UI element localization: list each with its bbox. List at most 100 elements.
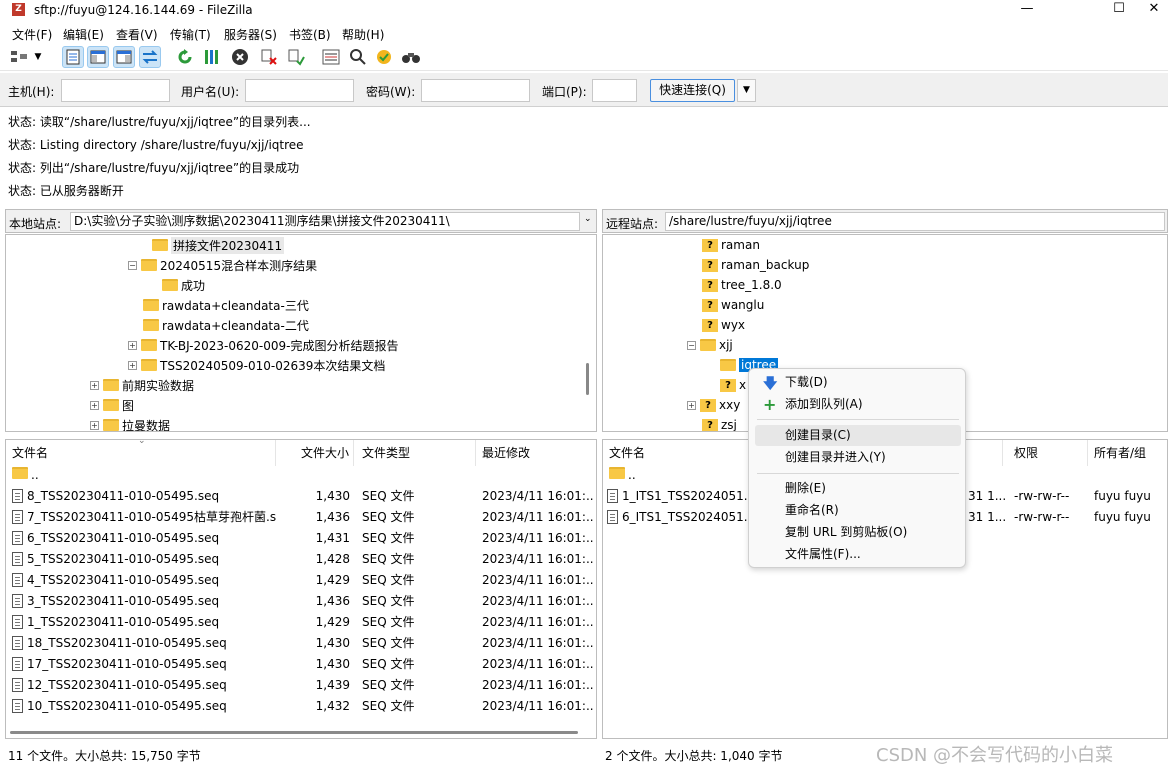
remote-tree-node[interactable]: ? wanglu xyxy=(702,295,764,315)
minimize-button[interactable]: — xyxy=(1004,0,1050,20)
local-path-input[interactable]: D:\实验\分子实验\测序数据\20230411测序结果\拼接文件2023041… xyxy=(70,212,580,231)
remote-tree-node[interactable]: ? wyx xyxy=(702,315,745,335)
quickconnect-history-dropdown[interactable]: ▼ xyxy=(737,79,756,102)
username-input[interactable] xyxy=(245,79,354,102)
file-icon xyxy=(12,615,23,629)
table-row[interactable]: 1_TSS20230411-010-05495.seq 1,429 SEQ 文件 20… xyxy=(6,612,596,633)
col-header-size[interactable]: 文件大小 xyxy=(276,440,354,466)
menu-item-copy-url[interactable]: 复制 URL 到剪贴板(O) xyxy=(755,522,961,543)
folder-icon xyxy=(700,339,716,351)
local-tree-node[interactable]: 成功 xyxy=(162,275,205,295)
refresh-icon[interactable] xyxy=(174,46,196,68)
expand-icon[interactable]: + xyxy=(90,400,99,410)
local-tree-node[interactable]: + TSS20240509-010-02639本次结果文档 xyxy=(128,355,385,375)
toggle-queue-icon[interactable] xyxy=(139,46,161,68)
menu-item-delete[interactable]: 删除(E) xyxy=(755,478,961,499)
col-header-type[interactable]: 文件类型 xyxy=(356,440,476,466)
filter-icon[interactable] xyxy=(320,46,342,68)
local-tree-node[interactable]: + 图 xyxy=(90,395,134,415)
remote-tree-node[interactable]: − xjj xyxy=(687,335,733,355)
cancel-icon[interactable] xyxy=(229,46,251,68)
menu-item-add-to-queue[interactable]: + 添加到队列(A) xyxy=(755,394,961,415)
table-row[interactable]: 6_TSS20230411-010-05495.seq 1,431 SEQ 文件 20… xyxy=(6,528,596,549)
remote-tree-node[interactable]: ? raman_backup xyxy=(702,255,809,275)
menu-file[interactable]: 文件(F) xyxy=(12,26,52,43)
toggle-log-icon[interactable] xyxy=(62,46,84,68)
expand-icon[interactable]: + xyxy=(687,400,696,410)
folder-icon xyxy=(720,359,736,371)
menu-item-create-directory-enter[interactable]: 创建目录并进入(Y) xyxy=(755,447,961,468)
menu-item-rename[interactable]: 重命名(R) xyxy=(755,500,961,521)
table-row[interactable]: 10_TSS20230411-010-05495.seq 1,432 SEQ 文件 2… xyxy=(6,696,596,717)
compare-icon[interactable] xyxy=(347,46,369,68)
local-tree-node[interactable]: + TK-BJ-2023-0620-009-完成图分析结题报告 xyxy=(128,335,399,355)
col-header-modified[interactable]: 最近修改 xyxy=(476,440,596,466)
process-queue-icon[interactable] xyxy=(200,46,222,68)
remote-tree-node[interactable]: +? xxy xyxy=(687,395,740,415)
remote-path-input[interactable]: /share/lustre/fuyu/xjj/iqtree xyxy=(665,212,1165,231)
host-input[interactable] xyxy=(61,79,170,102)
menu-help[interactable]: 帮助(H) xyxy=(342,26,384,43)
table-row[interactable]: 4_TSS20230411-010-05495.seq 1,429 SEQ 文件 20… xyxy=(6,570,596,591)
local-tree-node[interactable]: −20240515混合样本测序结果 xyxy=(128,255,317,275)
local-list-hscrollbar[interactable] xyxy=(10,731,578,734)
folder-icon xyxy=(143,319,159,331)
expand-icon[interactable]: + xyxy=(90,380,99,390)
collapse-icon[interactable]: − xyxy=(687,340,696,350)
expand-icon[interactable]: + xyxy=(128,360,137,370)
remote-tree-node[interactable]: ? tree_1.8.0 xyxy=(702,275,782,295)
local-tree-scrollbar[interactable] xyxy=(586,363,589,395)
col-header-owner[interactable]: 所有者/组 xyxy=(1088,440,1167,466)
menu-transfer[interactable]: 传输(T) xyxy=(170,26,211,43)
log-line: 状态: Listing directory /share/lustre/fuyu… xyxy=(8,136,304,153)
remote-tree-node[interactable]: ? raman xyxy=(702,235,760,255)
password-input[interactable] xyxy=(421,79,530,102)
local-tree-node[interactable]: rawdata+cleandata-三代 xyxy=(143,295,309,315)
menu-item-file-properties[interactable]: 文件属性(F)... xyxy=(755,544,961,565)
menu-server[interactable]: 服务器(S) xyxy=(224,26,277,43)
col-header-permissions[interactable]: 权限 xyxy=(1008,440,1088,466)
collapse-icon[interactable]: − xyxy=(128,260,137,270)
toggle-remote-tree-icon[interactable] xyxy=(113,46,135,68)
site-manager-icon[interactable] xyxy=(8,46,30,68)
folder-icon xyxy=(141,259,157,271)
menu-item-download[interactable]: 🡇 下载(D) xyxy=(755,372,961,393)
close-button[interactable]: ✕ xyxy=(1140,0,1168,20)
local-site-bar: 本地站点: D:\实验\分子实验\测序数据\20230411测序结果\拼接文件2… xyxy=(5,209,597,233)
table-row[interactable]: 17_TSS20230411-010-05495.seq 1,430 SEQ 文件 2… xyxy=(6,654,596,675)
sync-browse-icon[interactable] xyxy=(373,46,395,68)
local-tree-node[interactable]: + 拉曼数据 xyxy=(90,415,170,431)
expand-icon[interactable]: + xyxy=(90,420,99,430)
table-row[interactable]: 5_TSS20230411-010-05495.seq 1,428 SEQ 文件 20… xyxy=(6,549,596,570)
toggle-local-tree-icon[interactable] xyxy=(87,46,109,68)
chevron-down-icon[interactable]: ⌄ xyxy=(584,214,592,224)
quickconnect-button[interactable]: 快速连接(Q) xyxy=(650,79,735,102)
local-tree-node[interactable]: + 前期实验数据 xyxy=(90,375,194,395)
local-tree-node[interactable]: rawdata+cleandata-二代 xyxy=(143,315,309,335)
remote-tree-node[interactable]: ? zsj xyxy=(702,415,737,431)
menu-bookmarks[interactable]: 书签(B) xyxy=(289,26,331,43)
expand-icon[interactable]: + xyxy=(128,340,137,350)
table-row[interactable]: 12_TSS20230411-010-05495.seq 1,439 SEQ 文件 2… xyxy=(6,675,596,696)
table-row[interactable]: 8_TSS20230411-010-05495.seq 1,430 SEQ 文件 20… xyxy=(6,486,596,507)
disconnect-icon[interactable] xyxy=(258,46,280,68)
menu-view[interactable]: 查看(V) xyxy=(116,26,158,43)
table-row[interactable]: 18_TSS20230411-010-05495.seq 1,430 SEQ 文件 2… xyxy=(6,633,596,654)
remote-tree-node[interactable]: ? x xyxy=(720,375,746,395)
port-input[interactable] xyxy=(592,79,637,102)
context-menu: 🡇 下载(D) + 添加到队列(A) 创建目录(C) 创建目录并进入(Y) 删除… xyxy=(748,368,966,568)
unknown-folder-icon: ? xyxy=(702,258,718,272)
file-icon xyxy=(12,531,23,545)
find-icon[interactable] xyxy=(400,46,422,68)
table-row[interactable]: 7_TSS20230411-010-05495枯草芽孢杆菌.s... 1,436 S… xyxy=(6,507,596,528)
local-tree-node[interactable]: 拼接文件20230411 xyxy=(152,235,285,255)
maximize-button[interactable]: ☐ xyxy=(1096,0,1142,20)
menu-item-create-directory[interactable]: 创建目录(C) xyxy=(755,425,961,446)
menu-edit[interactable]: 编辑(E) xyxy=(63,26,104,43)
dropdown-arrow-icon[interactable]: ▼ xyxy=(31,46,45,68)
folder-icon xyxy=(152,239,168,251)
table-row[interactable]: .. xyxy=(6,465,596,486)
table-row[interactable]: 3_TSS20230411-010-05495.seq 1,436 SEQ 文件 20… xyxy=(6,591,596,612)
message-log: 状态: 读取“/share/lustre/fuyu/xjj/iqtree”的目录… xyxy=(5,108,1168,206)
reconnect-icon[interactable] xyxy=(285,46,307,68)
